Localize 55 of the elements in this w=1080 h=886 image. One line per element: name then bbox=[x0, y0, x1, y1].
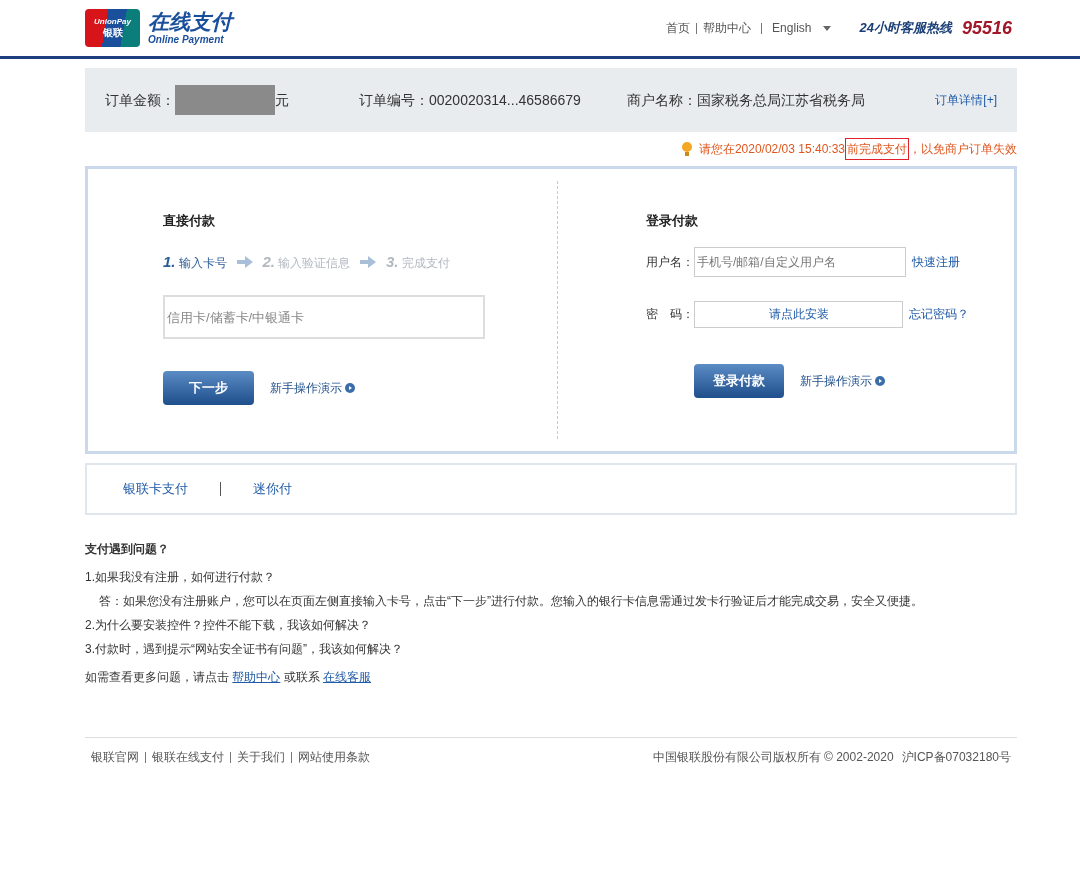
order-details-link[interactable]: 订单详情[+] bbox=[935, 91, 997, 109]
deadline-text: ，以免商户订单失效 bbox=[909, 141, 1017, 158]
register-link[interactable]: 快速注册 bbox=[912, 252, 960, 271]
merchant-name: 国家税务总局江苏省税务局 bbox=[696, 90, 865, 110]
faq-question: 3.付款时，遇到提示“网站安全证书有问题”，我该如何解决？ bbox=[85, 641, 404, 658]
faq-more-text: 或联系 bbox=[283, 670, 320, 684]
language-dropdown[interactable]: English bbox=[772, 19, 832, 37]
section-title: 直接付款 bbox=[163, 212, 216, 230]
icp-text: 沪ICP备07032180号 bbox=[901, 749, 1011, 766]
lightbulb-icon bbox=[680, 141, 693, 157]
merchant-label: 商户名称： bbox=[626, 90, 697, 110]
step-label: 1. 输入卡号 bbox=[163, 251, 227, 272]
faq-answer: 答：如果您没有注册账户，您可以在页面左侧直接输入卡号，点击“下一步”进行付款。您输入的银行卡信息需通过发卡行验证后才能完成交易，安全又便捷。 bbox=[98, 593, 924, 610]
copyright-text: 中国银联股份有限公司版权所有 © 2002-2020 bbox=[652, 749, 894, 766]
online-service-link[interactable]: 在线客服 bbox=[323, 670, 372, 684]
amount-label: 订单金额： bbox=[105, 90, 175, 110]
password-label: 密 码： bbox=[646, 306, 694, 323]
hotline-number: 95516 bbox=[961, 16, 1012, 40]
footer-link[interactable]: 关于我们 bbox=[237, 748, 285, 766]
faq-question: 1.如果我没有注册，如何进行付款？ bbox=[85, 569, 276, 586]
step-label: 3. 完成支付 bbox=[386, 251, 450, 272]
next-step-button[interactable]: 下一步 bbox=[163, 371, 254, 405]
order-number-label: 订单编号： bbox=[359, 90, 429, 110]
play-icon bbox=[875, 375, 885, 386]
amount-unit: 元 bbox=[275, 90, 289, 110]
arrow-icon bbox=[236, 255, 253, 268]
arrow-icon bbox=[360, 255, 377, 268]
nav-link[interactable]: 首页 bbox=[666, 19, 691, 37]
footer-link[interactable]: 银联官网 bbox=[91, 748, 139, 766]
install-control-field[interactable]: 请点此安装 bbox=[694, 300, 903, 328]
payment-method-tab[interactable]: 银联卡支付 bbox=[123, 479, 188, 499]
card-number-field[interactable]: 信用卡/储蓄卡/中银通卡 bbox=[163, 295, 485, 339]
hotline-label: 24小时客服热线 bbox=[859, 19, 952, 38]
deadline-text: 请您在2020/02/03 15:40:33 bbox=[698, 141, 845, 158]
footer-link[interactable]: 银联在线支付 bbox=[152, 748, 224, 766]
login-pay-button[interactable]: 登录付款 bbox=[694, 363, 784, 398]
forgot-password-link[interactable]: 忘记密码？ bbox=[909, 305, 969, 323]
username-field[interactable]: 手机号/邮箱/自定义用户名 bbox=[694, 246, 906, 277]
footer-link[interactable]: 网站使用条款 bbox=[298, 748, 370, 766]
highlighted-text: 前完成支付 bbox=[845, 138, 909, 160]
nav-link[interactable]: 帮助中心 bbox=[703, 19, 752, 37]
username-label: 用户名： bbox=[646, 253, 694, 271]
faq-more-text: 如需查看更多问题，请点击 bbox=[85, 670, 229, 684]
play-icon bbox=[345, 383, 355, 393]
faq-title: 支付遇到问题？ bbox=[85, 541, 170, 558]
payment-method-tab[interactable]: 迷你付 bbox=[253, 479, 292, 499]
help-center-link[interactable]: 帮助中心 bbox=[232, 670, 281, 684]
faq-question: 2.为什么要安装控件？控件不能下载，我该如何解决？ bbox=[85, 617, 372, 634]
section-title: 登录付款 bbox=[646, 212, 699, 230]
step-label: 2. 输入验证信息 bbox=[262, 251, 351, 272]
caret-icon bbox=[823, 25, 832, 31]
logo-subtitle: Online Payment bbox=[148, 35, 225, 45]
demo-link[interactable]: 新手操作演示 bbox=[270, 379, 355, 397]
order-number: 0020020314...46586679 bbox=[429, 90, 581, 110]
demo-link[interactable]: 新手操作演示 bbox=[800, 371, 885, 390]
